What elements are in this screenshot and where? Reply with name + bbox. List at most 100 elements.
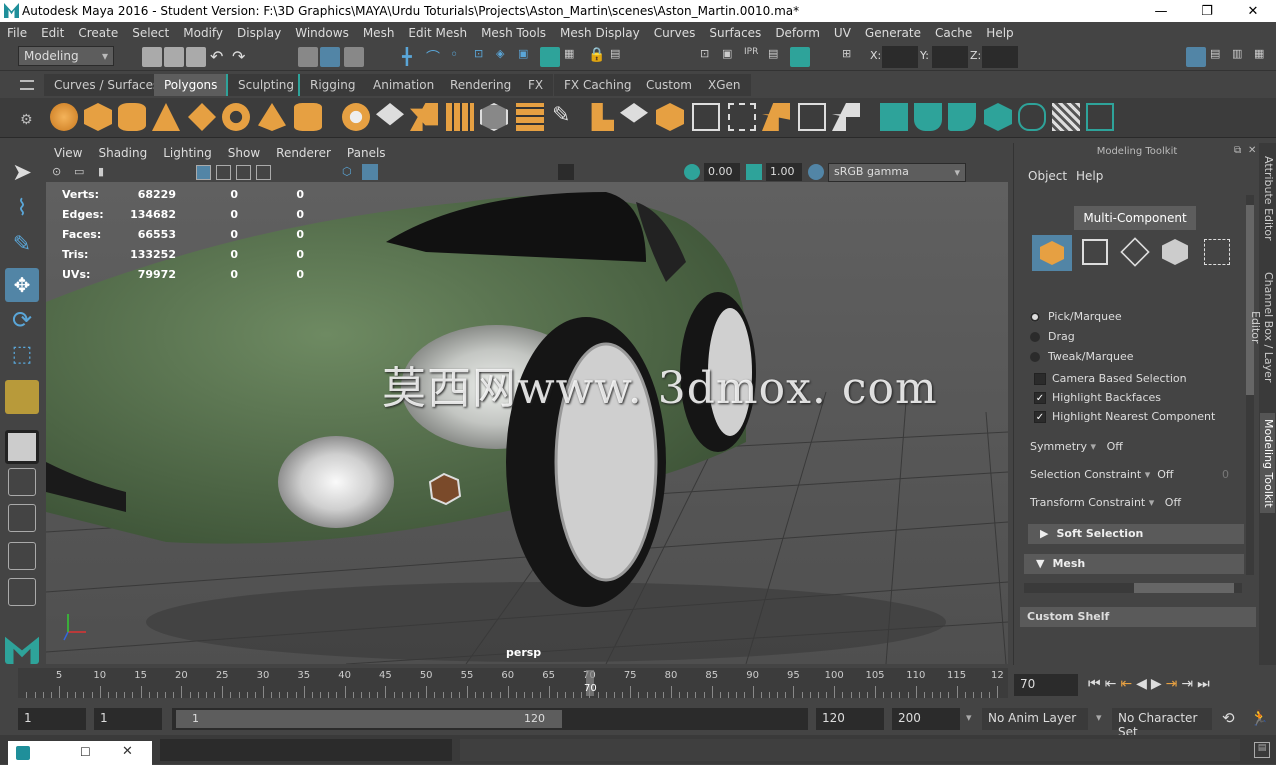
modeling-toolkit-tab[interactable]: Modeling Toolkit: [1260, 413, 1275, 513]
multi-cut-icon[interactable]: ✎: [552, 103, 580, 131]
step-forward-key-icon[interactable]: ⇥: [1181, 676, 1193, 692]
tool-settings-toggle-icon[interactable]: ▥: [1232, 47, 1252, 67]
create-uv-icon[interactable]: [880, 103, 908, 131]
shelf-settings-gear-icon[interactable]: ⚙: [20, 112, 33, 128]
channel-box-toggle-icon[interactable]: ▦: [1254, 47, 1274, 67]
bookmark-icon[interactable]: ▮: [98, 165, 112, 179]
vp-menu-view[interactable]: View: [46, 146, 90, 160]
color-management-icon[interactable]: [808, 164, 824, 180]
attribute-editor-tab[interactable]: Attribute Editor: [1260, 153, 1275, 243]
close-panel-icon[interactable]: ✕: [1248, 145, 1256, 156]
y-field[interactable]: [932, 46, 968, 68]
snap-projected-icon[interactable]: ⊡: [474, 47, 494, 67]
selection-constraint-row[interactable]: Selection Constraint ▾ Off: [1030, 468, 1174, 481]
script-editor-icon[interactable]: ▤: [1254, 742, 1270, 758]
move-tool-icon[interactable]: ✥: [5, 268, 39, 302]
tab-rigging[interactable]: Rigging: [298, 74, 366, 96]
outliner-layout-icon[interactable]: [8, 578, 36, 606]
menu-windows[interactable]: Windows: [288, 26, 356, 40]
anim-layer-chevron-icon[interactable]: ▾: [966, 711, 972, 724]
soft-selection-section[interactable]: ▶ Soft Selection: [1028, 524, 1244, 544]
toolkit-hscrollbar[interactable]: [1024, 583, 1242, 593]
colorspace-dropdown[interactable]: sRGB gamma: [828, 163, 966, 182]
select-by-hierarchy-icon[interactable]: [298, 47, 318, 67]
transform-constraint-row[interactable]: Transform Constraint ▾ Off: [1030, 496, 1181, 509]
xray-icon[interactable]: [558, 164, 574, 180]
mel-command-field[interactable]: [160, 739, 452, 761]
mini-close-icon[interactable]: ✕: [122, 744, 133, 759]
face-mode-icon[interactable]: [1162, 239, 1188, 265]
highlight-nearest-checkbox[interactable]: ✓ Highlight Nearest Component: [1034, 410, 1215, 423]
tab-animation[interactable]: Animation: [363, 74, 445, 96]
offset-edge-loop-icon[interactable]: [728, 103, 756, 131]
menu-help[interactable]: Help: [979, 26, 1020, 40]
playback-end-field[interactable]: 120: [816, 708, 884, 730]
animation-start-field[interactable]: 1: [18, 708, 86, 730]
tweak-marquee-option[interactable]: Tweak/Marquee: [1030, 350, 1134, 363]
tab-curves-surfaces[interactable]: Curves / Surfaces: [44, 74, 170, 96]
target-weld-icon[interactable]: [798, 103, 826, 131]
float-panel-icon[interactable]: ⧉: [1234, 145, 1241, 156]
tab-polygons[interactable]: Polygons: [154, 74, 228, 96]
go-to-start-icon[interactable]: ⏮: [1088, 676, 1101, 692]
history-icon[interactable]: ▦: [564, 47, 584, 67]
render-view-icon[interactable]: ⊡: [700, 47, 720, 67]
mini-restore-icon[interactable]: ☐: [80, 745, 91, 759]
save-scene-icon[interactable]: [186, 47, 206, 67]
range-slider-track[interactable]: 1 120: [172, 708, 808, 730]
range-slider-handle[interactable]: [176, 710, 562, 728]
menu-create[interactable]: Create: [71, 26, 125, 40]
uv-layout-icon[interactable]: [1086, 103, 1114, 131]
play-forwards-icon[interactable]: ▶: [1151, 676, 1162, 692]
render-settings-icon[interactable]: ▤: [768, 47, 788, 67]
snap-live-icon[interactable]: ▣: [518, 47, 538, 67]
object-mode-button[interactable]: [1032, 235, 1072, 271]
menu-select[interactable]: Select: [125, 26, 176, 40]
menu-curves[interactable]: Curves: [647, 26, 703, 40]
undo-icon[interactable]: ↶: [210, 47, 230, 67]
gate-mask-icon[interactable]: [256, 165, 271, 180]
menu-cache[interactable]: Cache: [928, 26, 979, 40]
menu-mesh-tools[interactable]: Mesh Tools: [474, 26, 553, 40]
rotate-tool-icon[interactable]: ⟳: [5, 306, 39, 340]
vp-menu-lighting[interactable]: Lighting: [155, 146, 220, 160]
tab-sculpting[interactable]: Sculpting: [226, 74, 307, 96]
paint-select-tool-icon[interactable]: ✎: [5, 232, 39, 266]
four-view-layout-icon[interactable]: [8, 468, 36, 496]
vp-menu-show[interactable]: Show: [220, 146, 268, 160]
menu-surfaces[interactable]: Surfaces: [702, 26, 768, 40]
menu-display[interactable]: Display: [230, 26, 288, 40]
vp-menu-renderer[interactable]: Renderer: [268, 146, 339, 160]
menu-uv[interactable]: UV: [827, 26, 858, 40]
gamma-icon[interactable]: [746, 164, 762, 180]
poly-cylinder-icon[interactable]: [118, 103, 146, 131]
attribute-editor-toggle-icon[interactable]: ▤: [1210, 47, 1230, 67]
step-back-frame-icon[interactable]: ⇤: [1120, 676, 1132, 692]
persp-outliner-layout-icon[interactable]: [8, 504, 36, 532]
smooth-icon[interactable]: [446, 103, 474, 131]
menu-file[interactable]: File: [0, 26, 34, 40]
tab-fx[interactable]: FX: [518, 74, 554, 96]
toolkit-scrollbar[interactable]: [1246, 195, 1254, 575]
uv-editor-icon[interactable]: [1052, 103, 1080, 131]
menu-mesh[interactable]: Mesh: [356, 26, 402, 40]
select-by-object-icon[interactable]: [320, 47, 340, 67]
scale-tool-icon[interactable]: ⬚: [5, 342, 39, 376]
single-perspective-layout-icon[interactable]: [5, 430, 39, 464]
snap-grid-icon[interactable]: ╋: [402, 47, 422, 67]
smooth-shade-icon[interactable]: [362, 164, 378, 180]
uv-mode-icon[interactable]: [1204, 239, 1230, 265]
menu-edit-mesh[interactable]: Edit Mesh: [401, 26, 474, 40]
modeling-toolkit-toggle-icon[interactable]: [1186, 47, 1206, 67]
toolkit-menu-object[interactable]: Object: [1028, 169, 1067, 183]
last-tool-icon[interactable]: [5, 380, 39, 414]
select-tool-icon[interactable]: ➤: [5, 158, 39, 192]
viewport-perspective[interactable]: Verts: 68229 0 0 Edges: 134682 0 0 Faces: 66553…: [46, 182, 1008, 664]
uv-unfold-icon[interactable]: [1018, 103, 1046, 131]
snap-point-icon[interactable]: ◦: [450, 47, 470, 67]
select-camera-icon[interactable]: ⊙: [52, 165, 66, 179]
z-field[interactable]: [982, 46, 1018, 68]
planar-mapping-icon[interactable]: [914, 103, 942, 131]
new-scene-icon[interactable]: [142, 47, 162, 67]
symmetry-row[interactable]: Symmetry ▾ Off: [1030, 440, 1123, 453]
